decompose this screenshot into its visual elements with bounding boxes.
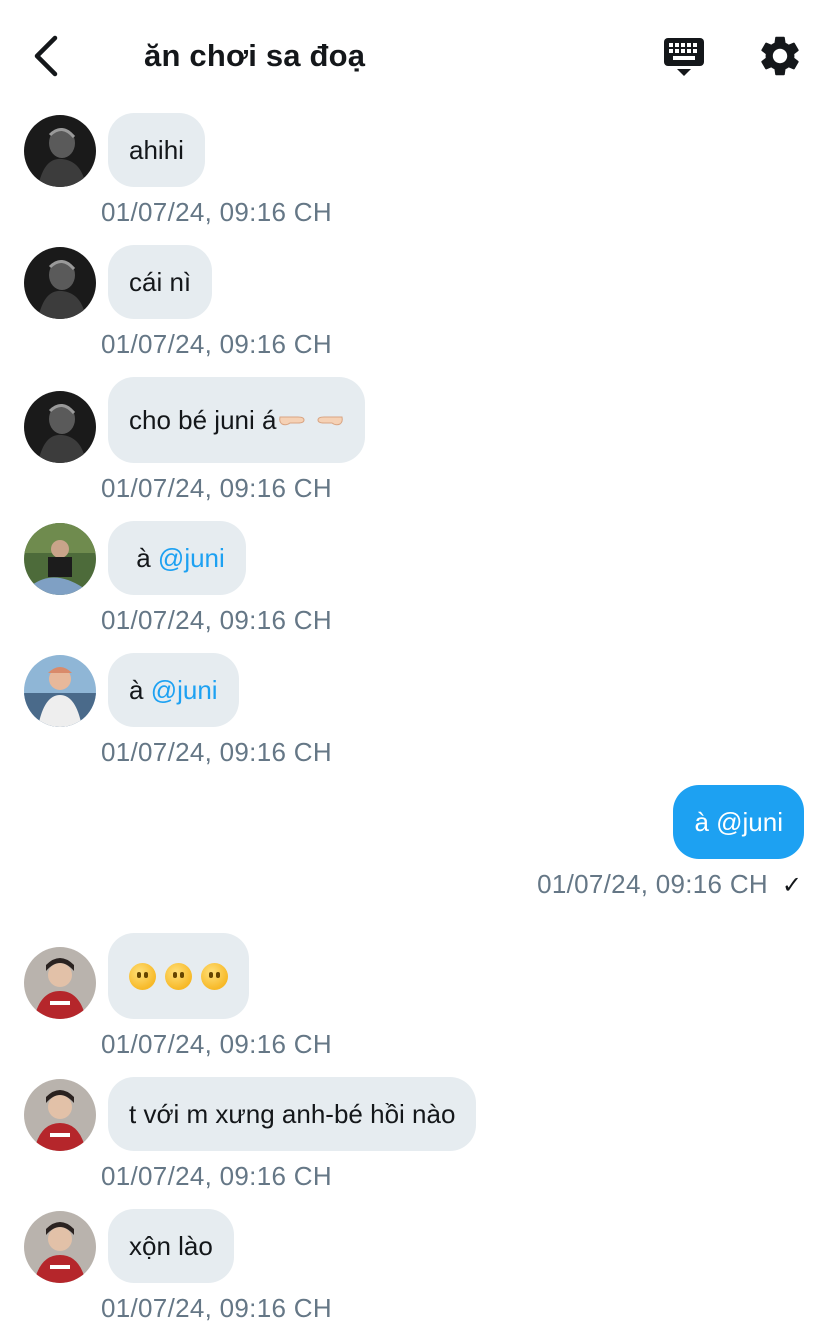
gear-icon — [761, 36, 799, 76]
avatar[interactable] — [24, 1079, 96, 1151]
message-text: cái nì — [129, 266, 192, 297]
message-bubble[interactable]: à @juni — [673, 785, 804, 859]
message-bubble[interactable]: xộn lào — [108, 1209, 234, 1283]
message-bubble[interactable]: cho bé juni á — [108, 377, 366, 463]
message-timestamp: 01/07/24, 09:16 CH — [101, 197, 332, 227]
message-timestamp: 01/07/24, 09:16 CH — [101, 1161, 332, 1191]
message-bubble[interactable]: t với m xưng anh-bé hồi nào — [108, 1077, 477, 1151]
message-text: t với m xưng anh-bé hồi nào — [129, 1098, 456, 1129]
avatar[interactable] — [24, 947, 96, 1019]
sent-check-icon: ✓ — [781, 872, 802, 899]
settings-button[interactable] — [756, 32, 804, 80]
chevron-left-icon — [34, 35, 58, 77]
user-mention[interactable]: @juni — [158, 543, 225, 574]
message-text: à — [129, 542, 158, 573]
message-text: ahihi — [129, 134, 184, 165]
face-without-mouth-emoji — [129, 962, 228, 990]
message-text: xộn lào — [129, 1230, 213, 1261]
chat-header: ăn chơi sa đoạ — [0, 0, 828, 112]
message-text: à @juni — [694, 806, 783, 837]
message-bubble[interactable]: cái nì — [108, 245, 213, 319]
message-timestamp: 01/07/24, 09:16 CH — [101, 1293, 332, 1323]
message-text: cho bé juni á — [129, 404, 277, 435]
message-timestamp: 01/07/24, 09:16 CH — [101, 737, 332, 767]
keyboard-icon — [664, 38, 704, 76]
message-timestamp: 01/07/24, 09:16 CH — [101, 1029, 332, 1059]
user-mention[interactable]: @juni — [151, 675, 218, 706]
message-timestamp: 01/07/24, 09:16 CH — [101, 329, 332, 359]
message-timestamp: 01/07/24, 09:16 CH — [101, 473, 332, 503]
pointing-hands-emoji — [278, 412, 344, 428]
message-bubble[interactable]: à @juni — [108, 653, 239, 727]
message-bubble[interactable]: ahihi — [108, 113, 205, 187]
message-bubble[interactable] — [108, 933, 249, 1019]
message-timestamp: 01/07/24, 09:16 CH — [537, 869, 768, 899]
message-text: à — [129, 674, 151, 705]
avatar[interactable] — [24, 391, 96, 463]
message-timestamp: 01/07/24, 09:16 CH — [101, 605, 332, 635]
keyboard-button[interactable] — [660, 34, 708, 80]
avatar[interactable] — [24, 655, 96, 727]
avatar[interactable] — [24, 523, 96, 595]
conversation-title: ăn chơi sa đoạ — [144, 38, 366, 73]
back-button[interactable] — [26, 34, 66, 78]
message-bubble[interactable]: à @juni — [108, 521, 246, 595]
avatar[interactable] — [24, 115, 96, 187]
avatar[interactable] — [24, 247, 96, 319]
avatar[interactable] — [24, 1211, 96, 1283]
